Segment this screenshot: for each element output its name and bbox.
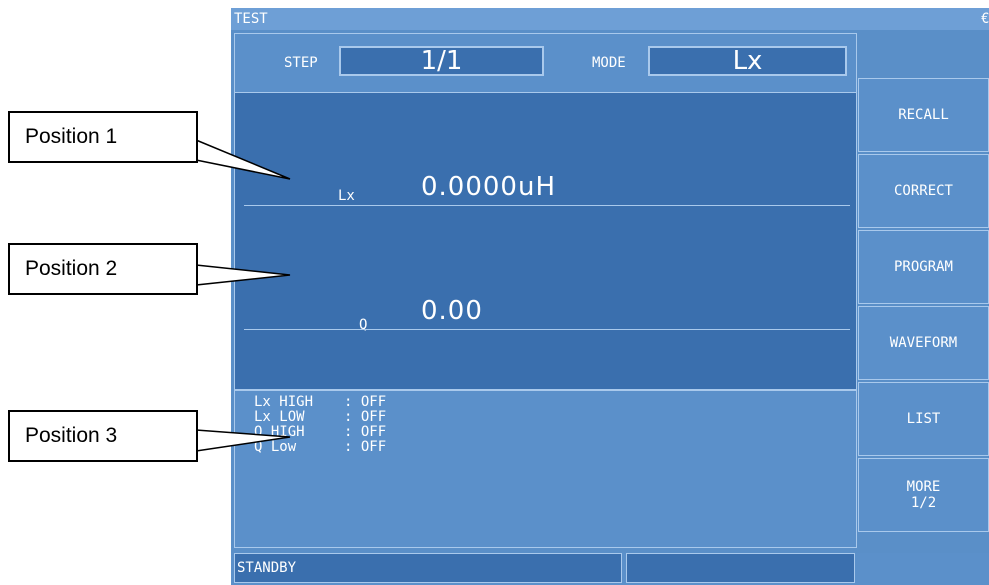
callout-position-2: Position 2 — [8, 243, 198, 295]
callout-pointer-2 — [195, 264, 291, 286]
callout-pointer-1 — [195, 138, 291, 180]
callout-position-1: Position 1 — [8, 111, 198, 163]
callout-position-3: Position 3 — [8, 410, 198, 462]
callout-pointer-3 — [195, 429, 291, 452]
